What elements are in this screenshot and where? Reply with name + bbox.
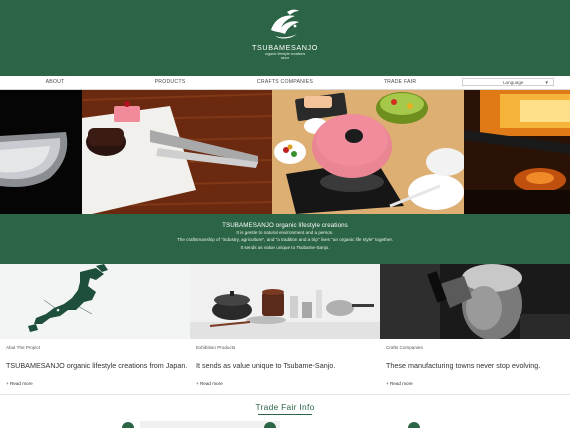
craftsman-image xyxy=(380,264,570,339)
nav-products[interactable]: PRODUCTS xyxy=(140,76,200,89)
card-label: Exhibition Products xyxy=(196,345,236,350)
nav-trade-fair[interactable]: TRADE FAIR xyxy=(370,76,430,89)
card-headline[interactable]: These manufacturing towns never stop evo… xyxy=(380,350,570,370)
brand-logo[interactable]: TSUBAMESANJO organic lifestyle creations… xyxy=(235,6,335,72)
trade-fair-cards-peek xyxy=(0,421,570,428)
intro-line-3: It sends as value unique to Tsubame-Sanj… xyxy=(240,244,330,250)
site-header: TSUBAMESANJO organic lifestyle creations… xyxy=(0,0,570,76)
chevron-down-icon: ▼ xyxy=(544,80,549,85)
read-more-link[interactable]: + Read more xyxy=(190,370,380,386)
intro-band: TSUBAMESANJO organic lifestyle creations… xyxy=(0,214,570,264)
hero-banner xyxy=(0,90,570,214)
main-nav: ABOUT PRODUCTS CRAFTS COMPANIES TRADE FA… xyxy=(0,76,570,90)
trade-fair-heading[interactable]: Trade Fair Info xyxy=(0,402,570,412)
swallow-logo-icon xyxy=(271,9,299,39)
card-headline[interactable]: It sends as value unique to Tsubame-Sanj… xyxy=(190,350,380,370)
intro-title: TSUBAMESANJO organic lifestyle creations xyxy=(222,222,348,229)
language-select[interactable]: Language ▼ xyxy=(462,78,554,86)
card-label: Crafts Companies xyxy=(386,345,423,350)
read-more-link[interactable]: + Read more xyxy=(380,370,570,386)
card-label: Abut The Project xyxy=(6,345,41,350)
nav-about[interactable]: ABOUT xyxy=(30,76,80,89)
trade-fair-underline xyxy=(258,414,312,415)
brand-name: TSUBAMESANJO xyxy=(252,43,318,52)
products-image xyxy=(190,264,380,339)
brand-since: since xyxy=(280,56,290,61)
nav-crafts-companies[interactable]: CRAFTS COMPANIES xyxy=(250,76,320,89)
section-divider xyxy=(0,394,570,395)
intro-line-1: It is gentle to natural environment and … xyxy=(236,230,334,235)
card-crafts-companies[interactable]: Crafts Companies These manufacturing tow… xyxy=(380,264,570,394)
language-label: Language xyxy=(503,80,524,85)
read-more-link[interactable]: + Read more xyxy=(0,370,190,386)
intro-line-2: The craftsmanship of "industry, agricult… xyxy=(176,237,393,243)
card-headline[interactable]: TSUBAMESANJO organic lifestyle creations… xyxy=(0,350,190,370)
hero-photo-collage xyxy=(0,90,570,214)
card-about-project[interactable]: Abut The Project TSUBAMESANJO organic li… xyxy=(0,264,190,394)
japan-map-image xyxy=(0,264,190,339)
card-exhibition-products[interactable]: Exhibition Products It sends as value un… xyxy=(190,264,380,394)
